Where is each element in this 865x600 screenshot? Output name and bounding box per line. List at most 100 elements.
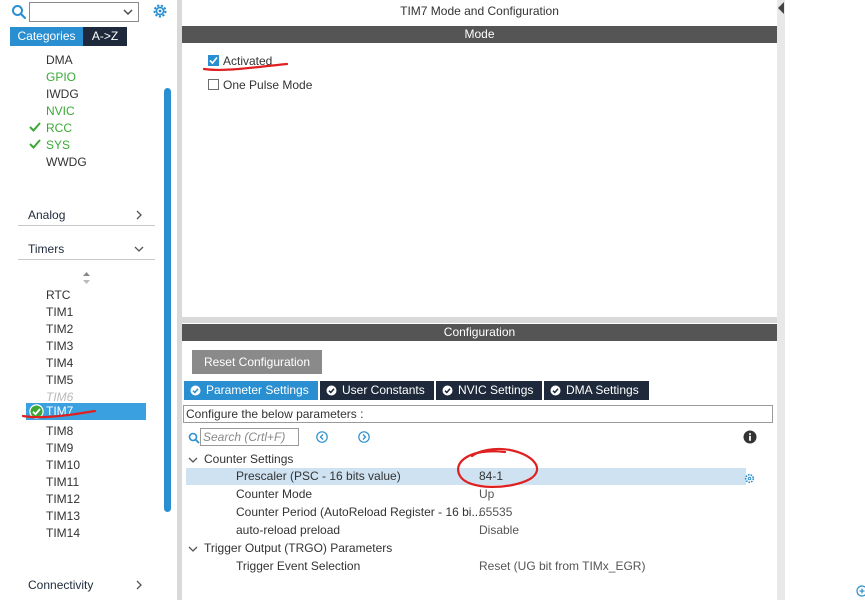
- param-row-prescaler[interactable]: Prescaler (PSC - 16 bits value) 84-1: [186, 468, 746, 485]
- tab-a-to-z[interactable]: A->Z: [83, 27, 127, 46]
- chevron-down-icon: [188, 546, 198, 552]
- tab-nvic-settings[interactable]: NVIC Settings: [436, 381, 542, 400]
- list-item-tim2[interactable]: TIM2: [46, 321, 73, 337]
- search-next-icon[interactable]: [358, 431, 370, 443]
- param-row-counter-mode[interactable]: Counter Mode Up: [186, 486, 746, 503]
- configuration-panel: Configuration Reset Configuration Parame…: [182, 323, 777, 600]
- one-pulse-mode-checkbox[interactable]: [208, 79, 219, 90]
- list-item-label: TIM7: [46, 404, 74, 418]
- gear-icon[interactable]: [744, 473, 755, 484]
- list-item-dma[interactable]: DMA: [46, 52, 73, 68]
- list-item-tim4[interactable]: TIM4: [46, 355, 73, 371]
- chevron-down-icon: [123, 9, 133, 15]
- one-pulse-mode-label[interactable]: One Pulse Mode: [223, 78, 312, 92]
- mode-panel: TIM7 Mode and Configuration Mode Activat…: [182, 0, 777, 317]
- component-search-row: [0, 0, 178, 26]
- tab-parameter-settings[interactable]: Parameter Settings: [184, 381, 318, 400]
- info-icon[interactable]: [743, 430, 757, 444]
- section-label: Connectivity: [28, 578, 94, 592]
- check-circle-icon: [550, 385, 561, 396]
- list-item-tim1[interactable]: TIM1: [46, 304, 73, 320]
- configuration-header: Configuration: [182, 324, 777, 341]
- mode-header: Mode: [182, 26, 777, 43]
- check-circle-icon: [29, 404, 44, 419]
- search-previous-icon[interactable]: [316, 431, 328, 443]
- param-name: auto-reload preload: [236, 523, 341, 537]
- search-icon[interactable]: [11, 4, 27, 20]
- chevron-down-icon: [134, 246, 144, 252]
- param-name: Counter Mode: [236, 487, 313, 501]
- configuration-description: Configure the below parameters :: [183, 405, 773, 423]
- list-item-tim9[interactable]: TIM9: [46, 440, 73, 456]
- gear-icon[interactable]: [151, 2, 169, 20]
- param-name: Prescaler (PSC - 16 bits value): [236, 469, 401, 483]
- param-name: Counter Period (AutoReload Register - 16…: [236, 505, 482, 519]
- check-icon: [29, 139, 41, 149]
- list-item-tim10[interactable]: TIM10: [46, 457, 80, 473]
- checkmark-icon: [209, 56, 218, 65]
- list-item-tim14[interactable]: TIM14: [46, 525, 80, 541]
- list-item-tim8[interactable]: TIM8: [46, 423, 73, 439]
- param-row-counter-period[interactable]: Counter Period (AutoReload Register - 16…: [186, 504, 746, 521]
- search-icon: [188, 432, 200, 444]
- right-splitter[interactable]: [777, 0, 785, 600]
- tab-dma-settings[interactable]: DMA Settings: [544, 381, 649, 400]
- param-row-trigger-event-selection[interactable]: Trigger Event Selection Reset (UG bit fr…: [186, 558, 746, 575]
- parameter-search-input[interactable]: Search (Crtl+F): [200, 428, 299, 446]
- page-title: TIM7 Mode and Configuration: [400, 4, 559, 18]
- configuration-tabs: Parameter Settings User Constants NVIC S…: [184, 381, 651, 400]
- list-item-tim5[interactable]: TIM5: [46, 372, 73, 388]
- list-item-rcc[interactable]: RCC: [46, 120, 72, 136]
- collapse-arrow-icon[interactable]: [778, 2, 784, 14]
- component-list-panel: Categories A->Z DMA GPIO IWDG NVIC RCC S…: [0, 0, 178, 600]
- list-item-tim7-selected[interactable]: TIM7: [26, 403, 146, 420]
- param-value[interactable]: Disable: [479, 523, 519, 537]
- tab-label: User Constants: [342, 383, 425, 397]
- section-analog[interactable]: Analog: [18, 206, 155, 226]
- group-counter-settings[interactable]: Counter Settings: [188, 451, 293, 467]
- param-value-input[interactable]: 84-1: [479, 469, 503, 483]
- group-title: Trigger Output (TRGO) Parameters: [204, 541, 393, 555]
- section-timers[interactable]: Timers: [18, 240, 155, 260]
- sort-icon[interactable]: [82, 272, 91, 284]
- zoom-in-icon[interactable]: [856, 585, 865, 597]
- list-item-iwdg[interactable]: IWDG: [46, 86, 79, 102]
- check-icon: [29, 122, 41, 132]
- section-label: Analog: [28, 208, 66, 222]
- right-panel: [785, 0, 865, 600]
- section-connectivity[interactable]: Connectivity: [18, 576, 155, 596]
- chevron-right-icon: [136, 210, 142, 220]
- category-tabs: Categories A->Z: [10, 27, 127, 46]
- check-circle-icon: [326, 385, 337, 396]
- param-value[interactable]: Reset (UG bit from TIMx_EGR): [479, 559, 645, 573]
- list-item-gpio[interactable]: GPIO: [46, 69, 76, 85]
- stm32cubemx-window: Categories A->Z DMA GPIO IWDG NVIC RCC S…: [0, 0, 865, 600]
- section-label: Timers: [28, 242, 65, 256]
- list-item-nvic[interactable]: NVIC: [46, 103, 75, 119]
- tab-user-constants[interactable]: User Constants: [320, 381, 434, 400]
- check-circle-icon: [442, 385, 453, 396]
- list-scrollbar[interactable]: [164, 88, 171, 512]
- list-item-tim12[interactable]: TIM12: [46, 491, 80, 507]
- group-title: Counter Settings: [204, 452, 294, 466]
- param-row-auto-reload-preload[interactable]: auto-reload preload Disable: [186, 522, 746, 539]
- param-value[interactable]: Up: [479, 487, 494, 501]
- chevron-right-icon: [136, 580, 142, 590]
- list-item-sys[interactable]: SYS: [46, 137, 70, 153]
- activated-label[interactable]: Activated: [223, 54, 272, 68]
- tab-label: Parameter Settings: [206, 383, 309, 397]
- component-search-dropdown[interactable]: [29, 2, 139, 22]
- list-item-tim3[interactable]: TIM3: [46, 338, 73, 354]
- tab-label: NVIC Settings: [458, 383, 534, 397]
- chevron-down-icon: [188, 457, 198, 463]
- check-circle-icon: [190, 385, 201, 396]
- tab-categories[interactable]: Categories: [10, 27, 83, 46]
- activated-checkbox[interactable]: [208, 55, 219, 66]
- list-item-wwdg[interactable]: WWDG: [46, 154, 87, 170]
- list-item-rtc[interactable]: RTC: [46, 287, 70, 303]
- reset-configuration-button[interactable]: Reset Configuration: [192, 350, 322, 374]
- list-item-tim11[interactable]: TIM11: [46, 474, 79, 490]
- group-trigger-output[interactable]: Trigger Output (TRGO) Parameters: [188, 540, 392, 556]
- list-item-tim13[interactable]: TIM13: [46, 508, 80, 524]
- param-value[interactable]: 65535: [479, 505, 512, 519]
